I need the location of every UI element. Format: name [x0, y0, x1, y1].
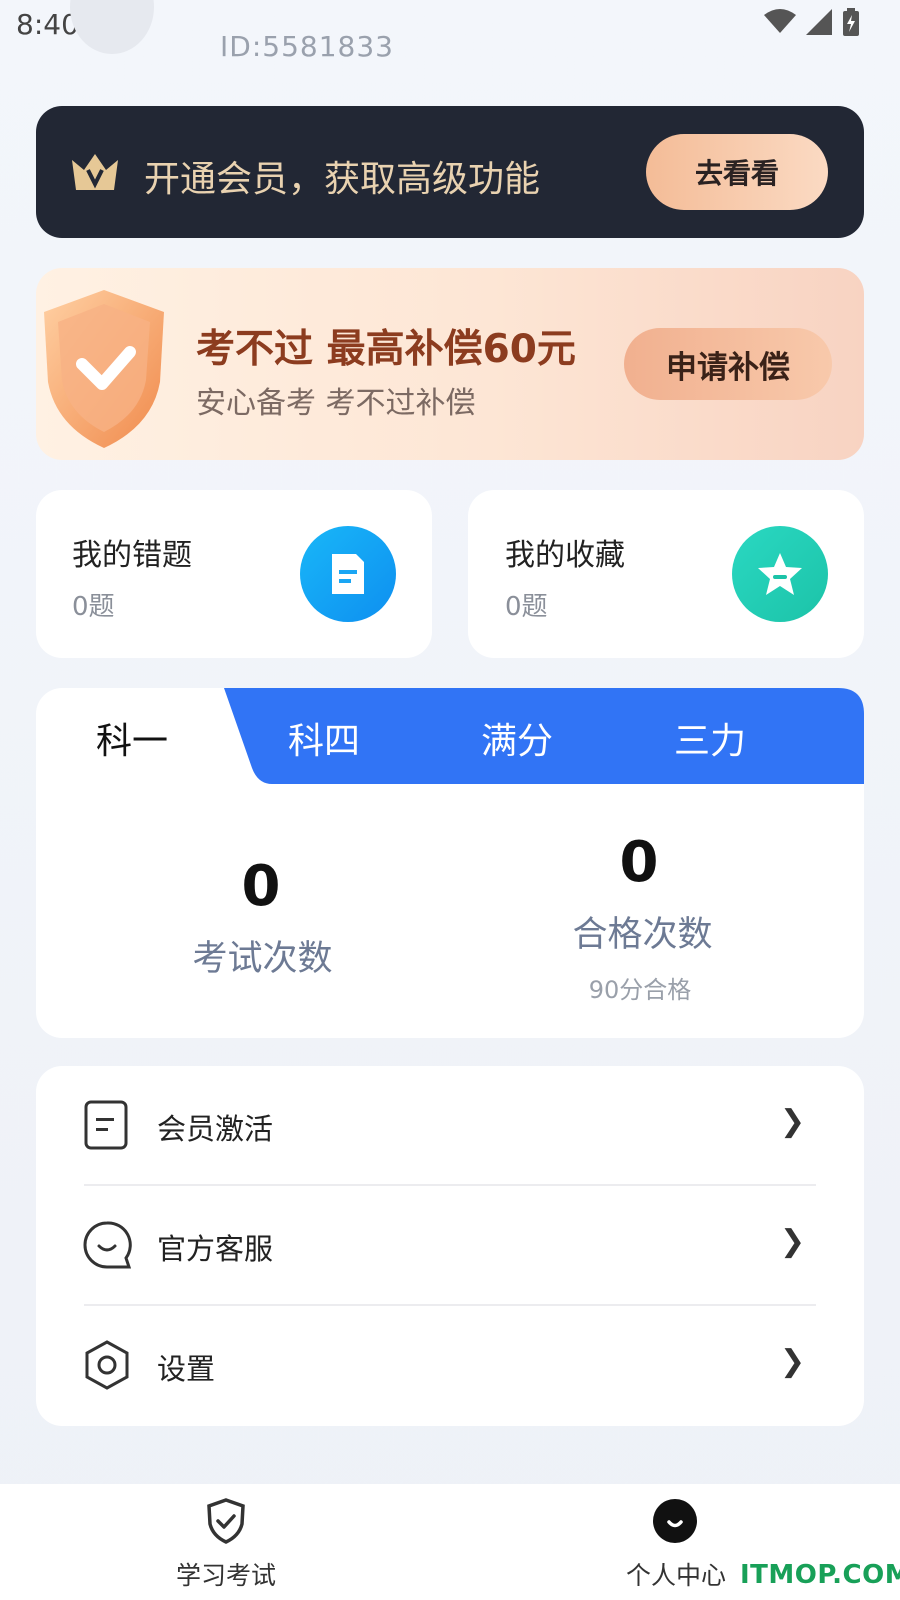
watermark: ITMOP.COM: [740, 1560, 900, 1590]
tab-subject-1[interactable]: 科一: [96, 712, 168, 764]
nav-label-personal-center: 个人中心: [626, 1561, 727, 1590]
battery-icon: [843, 8, 859, 36]
compensation-title: 考不过 最高补偿60元: [196, 327, 576, 372]
smile-face-icon: [653, 1499, 697, 1543]
document-outline-icon: [84, 1100, 128, 1150]
vip-go-button[interactable]: 去看看: [646, 134, 828, 210]
signal-icon: [806, 9, 832, 35]
pass-count-value: 0: [619, 830, 659, 895]
compensation-subtitle: 安心备考 考不过补偿: [196, 386, 476, 421]
wrong-questions-title: 我的错题: [72, 538, 192, 573]
shield-check-icon: [44, 290, 164, 448]
wrong-questions-count: 0题: [72, 592, 115, 622]
favorites-title: 我的收藏: [505, 538, 625, 573]
apply-compensation-button[interactable]: 申请补偿: [624, 328, 832, 400]
menu-label-membership-activation: 会员激活: [157, 1112, 274, 1146]
chevron-right-icon: ❯: [780, 1344, 806, 1379]
document-icon: [300, 526, 396, 622]
tab-three-abilities[interactable]: 三力: [674, 712, 746, 764]
avatar[interactable]: [70, 0, 154, 54]
exam-count-value: 0: [241, 854, 281, 919]
chevron-right-icon: ❯: [780, 1224, 806, 1259]
menu-label-customer-service: 官方客服: [157, 1232, 274, 1266]
nav-label-study-exam: 学习考试: [176, 1561, 277, 1590]
chat-bubble-icon: [83, 1221, 132, 1269]
star-icon: [732, 526, 828, 622]
user-id: ID:5581833: [220, 30, 394, 63]
status-icons: [764, 8, 860, 36]
chevron-right-icon: ❯: [780, 1104, 806, 1139]
wifi-icon: [764, 9, 796, 33]
crown-icon: [72, 154, 118, 190]
exam-count-label: 考试次数: [192, 939, 333, 979]
favorites-count: 0题: [505, 592, 548, 622]
tab-subject-4[interactable]: 科四: [288, 712, 360, 764]
tab-full-score[interactable]: 满分: [481, 712, 553, 764]
vip-banner-text: 开通会员，获取高级功能: [144, 159, 541, 200]
shield-check-icon: [207, 1498, 245, 1544]
pass-rule-note: 90分合格: [588, 976, 692, 1004]
menu-label-settings: 设置: [157, 1352, 216, 1386]
hexagon-settings-icon: [85, 1340, 129, 1390]
pass-count-label: 合格次数: [572, 915, 713, 955]
